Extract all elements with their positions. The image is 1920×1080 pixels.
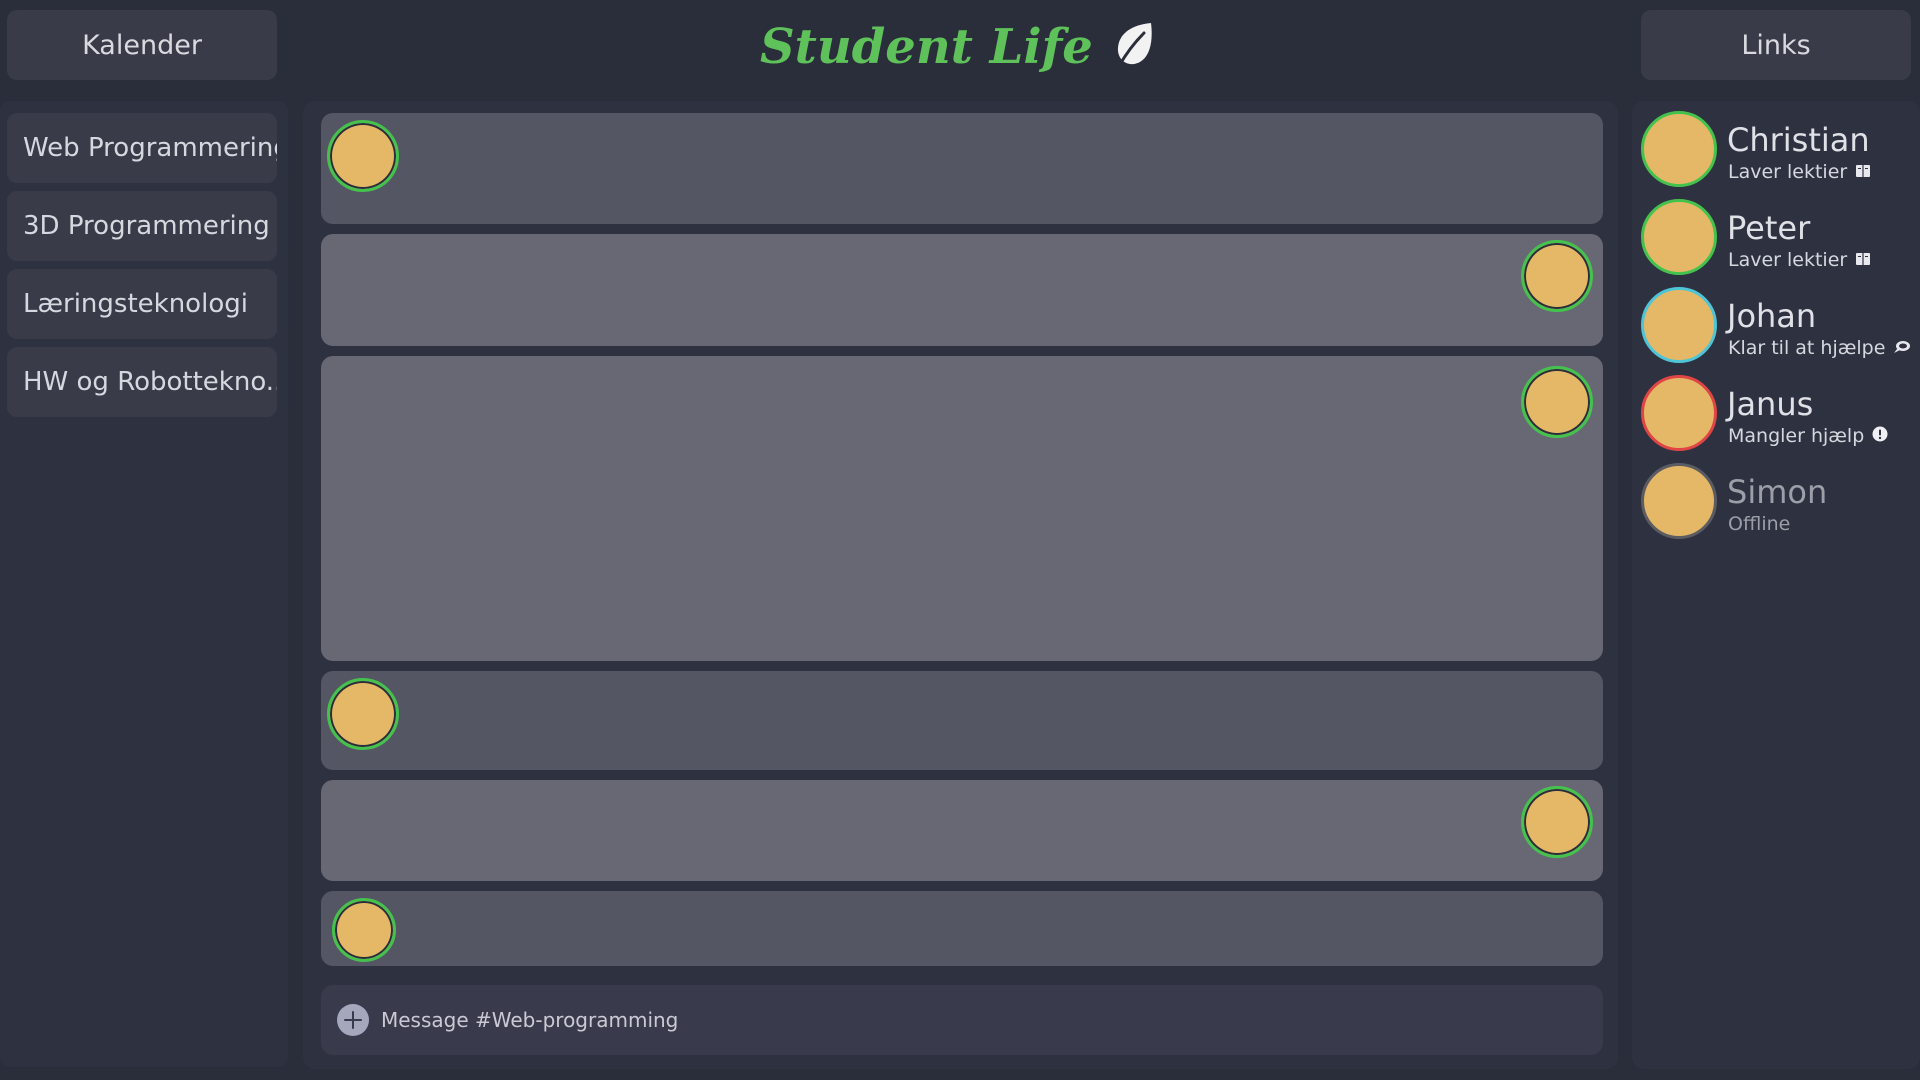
- message-avatar[interactable]: [327, 120, 399, 192]
- user-list: Christian Laver lektier Peter Laver lekt…: [1632, 101, 1920, 1069]
- user-simon[interactable]: Simon Offline: [1641, 463, 1911, 543]
- avatar: [1641, 199, 1717, 275]
- book-icon: [1855, 161, 1871, 183]
- message: [321, 671, 1603, 770]
- message-composer: [321, 985, 1603, 1055]
- user-status-text: Laver lektier: [1728, 249, 1848, 271]
- avatar: [1641, 463, 1717, 539]
- channel-web-programmering[interactable]: Web Programmering: [7, 113, 277, 183]
- chat-area: [303, 101, 1618, 1069]
- message-avatar[interactable]: [1521, 240, 1593, 312]
- channel-hw-og-robotteknologi[interactable]: HW og Robottekno..: [7, 347, 277, 417]
- user-peter[interactable]: Peter Laver lektier: [1641, 199, 1911, 279]
- message-avatar[interactable]: [327, 678, 399, 750]
- message-avatar[interactable]: [1521, 786, 1593, 858]
- exclamation-icon: [1872, 425, 1888, 447]
- user-status-text: Klar til at hjælpe: [1728, 337, 1886, 359]
- brand: Student Life: [760, 12, 1160, 82]
- user-name: Janus: [1727, 385, 1814, 423]
- user-status: Klar til at hjælpe: [1728, 337, 1911, 359]
- user-status: Laver lektier: [1728, 161, 1871, 183]
- user-name: Christian: [1727, 121, 1870, 159]
- message: [321, 113, 1603, 224]
- message: [321, 780, 1603, 881]
- user-name: Peter: [1727, 209, 1811, 247]
- user-status: Mangler hjælp: [1728, 425, 1888, 447]
- channel-sidebar: Web Programmering 3D Programmering Lærin…: [0, 101, 288, 1067]
- chat-bubble-icon: [1893, 337, 1911, 359]
- avatar: [1641, 375, 1717, 451]
- user-janus[interactable]: Janus Mangler hjælp: [1641, 375, 1911, 455]
- app-title: Student Life: [760, 19, 1093, 75]
- channel-laeringsteknologi[interactable]: Læringsteknologi: [7, 269, 277, 339]
- message: [321, 356, 1603, 661]
- user-status: Offline: [1728, 513, 1790, 535]
- user-status-text: Laver lektier: [1728, 161, 1848, 183]
- header: Kalender Student Life Links: [0, 0, 1920, 90]
- message: [321, 234, 1603, 346]
- avatar: [1641, 111, 1717, 187]
- user-johan[interactable]: Johan Klar til at hjælpe: [1641, 287, 1911, 367]
- add-attachment-icon[interactable]: [337, 1004, 369, 1036]
- user-status: Laver lektier: [1728, 249, 1871, 271]
- calendar-button[interactable]: Kalender: [7, 10, 277, 80]
- leaf-icon: [1111, 20, 1157, 74]
- user-name: Johan: [1727, 297, 1817, 335]
- avatar: [1641, 287, 1717, 363]
- user-status-text: Offline: [1728, 513, 1791, 535]
- message: [321, 891, 1603, 966]
- message-avatar[interactable]: [332, 898, 396, 962]
- user-name: Simon: [1727, 473, 1828, 511]
- message-input[interactable]: [381, 1008, 1531, 1032]
- user-christian[interactable]: Christian Laver lektier: [1641, 111, 1911, 191]
- message-avatar[interactable]: [1521, 366, 1593, 438]
- links-button[interactable]: Links: [1641, 10, 1911, 80]
- book-icon: [1855, 249, 1871, 271]
- user-status-text: Mangler hjælp: [1728, 425, 1865, 447]
- channel-3d-programmering[interactable]: 3D Programmering: [7, 191, 277, 261]
